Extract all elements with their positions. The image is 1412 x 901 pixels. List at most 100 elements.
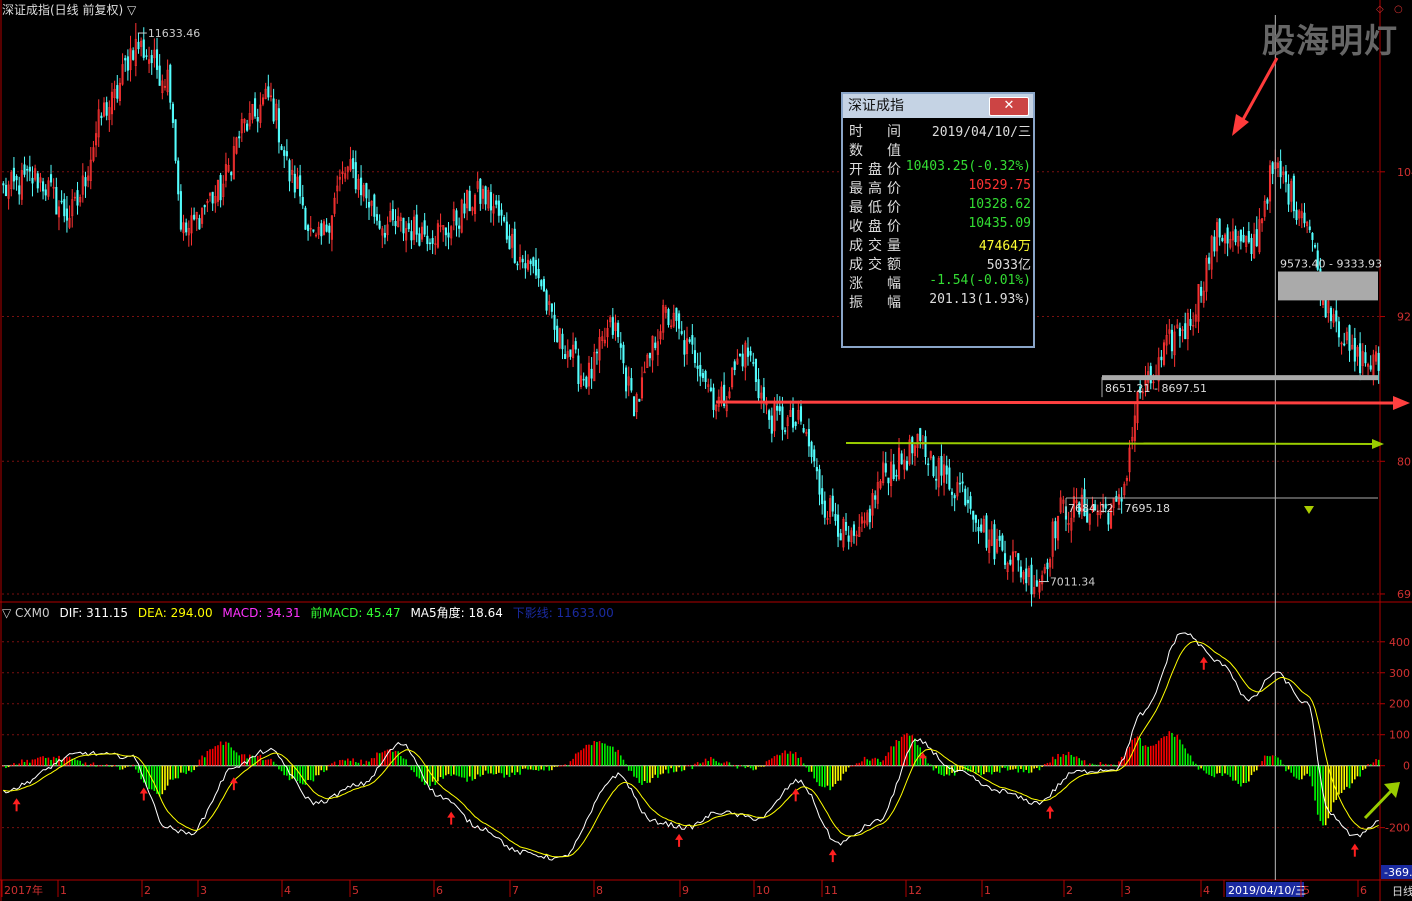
x-axis-label: 2 xyxy=(144,884,151,897)
macd-indicator-header[interactable]: ▽ CXM0 DIF: 311.15 DEA: 294.00 MACD: 34.… xyxy=(2,604,620,621)
macd-histogram-bar xyxy=(119,765,121,770)
candle-body xyxy=(953,495,956,499)
macd-histogram-bar xyxy=(850,765,853,767)
candle-body xyxy=(15,175,18,181)
candle-body xyxy=(540,280,543,287)
macd-histogram-bar xyxy=(471,765,474,781)
candle-body xyxy=(283,150,286,156)
macd-histogram-bar xyxy=(1160,738,1163,766)
zone-label: 7684.12 - 7695.18 xyxy=(1068,502,1170,515)
candle-body xyxy=(1250,237,1253,254)
candle-body xyxy=(1115,496,1118,502)
macd-histogram-bar xyxy=(42,756,44,766)
candle-body xyxy=(1337,321,1340,338)
macd-histogram-bar xyxy=(1356,765,1359,777)
macd-histogram-bar xyxy=(871,758,874,766)
macd-histogram-bar xyxy=(214,746,217,766)
candle-body xyxy=(768,410,771,420)
macd-histogram-bar xyxy=(1261,761,1263,766)
x-axis-label: 4 xyxy=(284,884,291,897)
macd-histogram-bar xyxy=(455,765,458,776)
candle-body xyxy=(683,340,686,355)
macd-histogram-bar xyxy=(983,765,985,775)
x-axis-label: 4 xyxy=(1203,884,1210,897)
candle-body xyxy=(847,535,850,542)
macd-histogram-bar xyxy=(715,761,717,766)
popup-title-bar[interactable]: 深证成指 ✕ xyxy=(843,94,1033,118)
macd-histogram-bar xyxy=(1046,762,1049,766)
macd-histogram-bar xyxy=(728,762,731,766)
indicator-name[interactable]: ▽ CXM0 xyxy=(2,606,50,620)
candle-body xyxy=(1247,231,1250,243)
macd-histogram-bar xyxy=(325,765,328,771)
chart-title[interactable]: 深证成指(日线 前复权) ▽ xyxy=(2,1,136,18)
candle-body xyxy=(428,242,432,245)
close-button[interactable]: ✕ xyxy=(989,97,1029,116)
candle-body xyxy=(704,370,707,382)
candle-body xyxy=(556,325,559,342)
candle-body xyxy=(1009,559,1012,565)
quote-info-popup[interactable]: 深证成指 ✕ 时间 2019/04/10/三 数值 开盘价 10403.25(-0.32… xyxy=(841,92,1035,348)
macd-histogram-bar xyxy=(654,765,657,775)
macd-histogram-bar xyxy=(1308,765,1311,777)
macd-histogram-bar xyxy=(333,761,336,766)
macd-histogram-bar xyxy=(1155,744,1157,766)
stock-chart-window[interactable]: { "title": "深证成指(日线 前复权) ▽", "watermark"… xyxy=(0,0,1412,901)
popup-row-value: 10435.09 xyxy=(968,216,1031,231)
candle-body xyxy=(1284,171,1287,183)
macd-histogram-bar xyxy=(1152,745,1155,766)
macd-histogram-bar xyxy=(821,765,823,787)
macd-histogram-bar xyxy=(641,765,643,785)
macd-histogram-bar xyxy=(572,758,574,766)
candle-body xyxy=(44,189,47,196)
macd-histogram-bar xyxy=(720,763,723,766)
macd-histogram-bar xyxy=(1361,765,1364,771)
macd-histogram-bar xyxy=(121,765,124,770)
candle-body xyxy=(810,441,813,457)
high-price-label: 11633.46 xyxy=(148,27,201,40)
candle-body xyxy=(1035,580,1038,587)
candle-body xyxy=(852,524,856,536)
macd-histogram-bar xyxy=(97,765,100,767)
macd-histogram-bar xyxy=(36,757,39,766)
macd-histogram-bar xyxy=(1195,763,1197,766)
macd-histogram-bar xyxy=(874,757,876,766)
macd-histogram-bar xyxy=(1022,765,1025,773)
macd-histogram-bar xyxy=(132,764,134,766)
candle-body xyxy=(919,428,922,441)
macd-histogram-bar xyxy=(1028,765,1030,774)
candle-body xyxy=(373,194,376,217)
candle-body xyxy=(834,514,837,521)
macd-histogram-bar xyxy=(829,765,831,791)
candle-body xyxy=(757,379,760,399)
macd-histogram-bar xyxy=(26,759,28,766)
candle-body xyxy=(945,465,948,475)
macd-histogram-bar xyxy=(238,755,240,766)
macd-histogram-bar xyxy=(1176,734,1179,766)
macd-histogram-bar xyxy=(863,756,866,766)
macd-histogram-bar xyxy=(1242,765,1245,783)
macd-histogram-bar xyxy=(760,765,763,767)
macd-histogram-bar xyxy=(315,765,317,776)
macd-histogram-bar xyxy=(993,765,996,772)
candle-body xyxy=(418,233,421,246)
candle-body xyxy=(516,263,519,266)
candle-body xyxy=(738,353,742,356)
macd-histogram-bar xyxy=(1224,765,1226,774)
candle-body xyxy=(497,200,500,216)
macd-histogram-bar xyxy=(739,765,741,767)
macd-histogram-bar xyxy=(527,765,529,770)
macd-histogram-bar xyxy=(657,765,659,778)
macd-histogram-bar xyxy=(1338,765,1340,795)
macd-histogram-bar xyxy=(845,765,847,772)
popup-row-label: 成交量 xyxy=(849,238,901,254)
candle-body xyxy=(813,449,816,462)
candle-body xyxy=(799,406,803,422)
macd-histogram-bar xyxy=(1274,756,1277,766)
x-axis-label: 5 xyxy=(352,884,359,897)
macd-histogram-bar xyxy=(13,763,15,766)
macd-histogram-bar xyxy=(1163,736,1165,766)
macd-histogram-bar xyxy=(858,762,861,766)
macd-histogram-bar xyxy=(691,765,694,770)
macd-histogram-bar xyxy=(935,765,937,769)
